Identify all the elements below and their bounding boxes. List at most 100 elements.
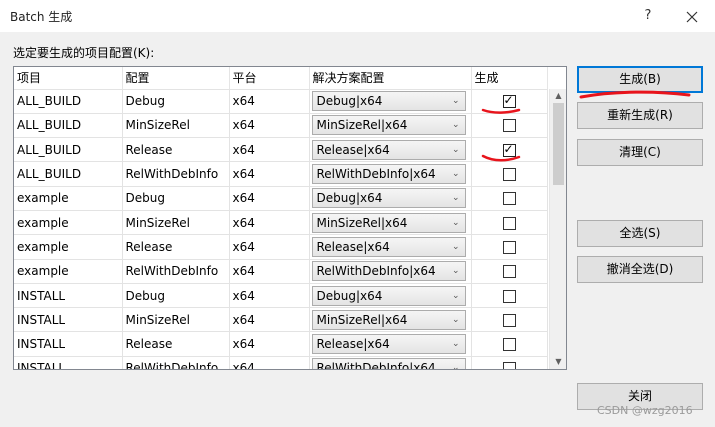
cell-project: example — [14, 259, 123, 284]
cell-build — [471, 113, 548, 139]
solution-config-dropdown[interactable]: Release|x64 ⌄ — [311, 334, 466, 355]
dropdown-value: Debug|x64 — [316, 191, 383, 206]
cell-solution-config: Debug|x64 ⌄ — [309, 283, 472, 309]
table-row[interactable]: example Debug x64 Debug|x64 ⌄ — [14, 186, 548, 211]
cell-config: Debug — [122, 186, 230, 211]
solution-config-dropdown[interactable]: Release|x64 ⌄ — [311, 139, 466, 160]
chevron-down-icon: ⌄ — [451, 120, 460, 131]
table-row[interactable]: ALL_BUILD Debug x64 Debug|x64 ⌄ ✓ — [14, 89, 548, 114]
close-window-button[interactable] — [680, 5, 704, 27]
solution-config-dropdown[interactable]: RelWithDebInfo|x64 ⌄ — [311, 358, 466, 369]
column-header-project[interactable]: 项目 — [14, 67, 123, 90]
scroll-down-arrow-icon[interactable]: ▼ — [550, 355, 566, 369]
table-row[interactable]: INSTALL MinSizeRel x64 MinSizeRel|x64 ⌄ — [14, 307, 548, 333]
title-bar: Batch 生成 ? — [0, 0, 715, 32]
cell-config: RelWithDebInfo — [122, 161, 230, 187]
cell-config: Debug — [122, 89, 230, 114]
build-checkbox[interactable]: ✓ — [502, 142, 516, 157]
chevron-down-icon: ⌄ — [451, 217, 460, 228]
cell-build — [471, 234, 548, 260]
section-label: 选定要生成的项目配置(K): — [13, 46, 155, 60]
scrollbar-thumb[interactable] — [553, 103, 564, 185]
cell-solution-config: Release|x64 ⌄ — [309, 234, 472, 260]
chevron-down-icon: ⌄ — [451, 339, 460, 350]
cell-platform: x64 — [229, 259, 310, 284]
solution-config-dropdown[interactable]: RelWithDebInfo|x64 ⌄ — [311, 261, 466, 282]
deselect-all-button[interactable]: 撤消全选(D) — [577, 256, 703, 283]
select-all-button[interactable]: 全选(S) — [577, 220, 703, 247]
build-checkbox[interactable] — [502, 119, 516, 133]
chevron-down-icon: ⌄ — [451, 290, 460, 301]
cell-build — [471, 356, 548, 369]
build-checkbox[interactable] — [502, 265, 516, 279]
cell-build — [471, 307, 548, 333]
column-header-solution-config[interactable]: 解决方案配置 — [309, 67, 472, 90]
cell-solution-config: MinSizeRel|x64 ⌄ — [309, 307, 472, 333]
dropdown-value: MinSizeRel|x64 — [316, 215, 408, 230]
dropdown-value: RelWithDebInfo|x64 — [316, 167, 436, 182]
cell-build: ✓ — [471, 89, 548, 114]
table-row[interactable]: INSTALL RelWithDebInfo x64 RelWithDebInfo|x… — [14, 356, 548, 369]
checkmark-icon: ✓ — [503, 93, 514, 108]
cell-config: MinSizeRel — [122, 113, 230, 139]
cell-solution-config: RelWithDebInfo|x64 ⌄ — [309, 259, 472, 284]
build-checkbox[interactable] — [502, 338, 516, 352]
watermark: CSDN @wzg2016 — [597, 404, 693, 417]
cell-project: INSTALL — [14, 356, 123, 369]
dropdown-value: MinSizeRel|x64 — [316, 312, 408, 327]
cell-config: Release — [122, 331, 230, 357]
build-checkbox[interactable] — [502, 240, 516, 254]
help-button[interactable]: ? — [636, 6, 660, 26]
build-checkbox[interactable] — [502, 362, 516, 369]
cell-config: MinSizeRel — [122, 307, 230, 333]
cell-platform: x64 — [229, 186, 310, 211]
table-row[interactable]: example Release x64 Release|x64 ⌄ — [14, 234, 548, 260]
clean-button[interactable]: 清理(C) — [577, 139, 703, 166]
build-checkbox[interactable]: ✓ — [502, 93, 516, 109]
build-checkbox[interactable] — [502, 192, 516, 206]
table-row[interactable]: INSTALL Debug x64 Debug|x64 ⌄ — [14, 283, 548, 309]
solution-config-dropdown[interactable]: RelWithDebInfo|x64 ⌄ — [311, 164, 466, 185]
cell-build — [471, 161, 548, 187]
table-row[interactable]: INSTALL Release x64 Release|x64 ⌄ — [14, 331, 548, 357]
solution-config-dropdown[interactable]: MinSizeRel|x64 ⌄ — [311, 115, 466, 136]
cell-solution-config: Release|x64 ⌄ — [309, 331, 472, 357]
cell-platform: x64 — [229, 210, 310, 236]
cell-config: RelWithDebInfo — [122, 356, 230, 369]
solution-config-dropdown[interactable]: Release|x64 ⌄ — [311, 236, 466, 257]
solution-config-dropdown[interactable]: Debug|x64 ⌄ — [311, 188, 466, 209]
column-header-build[interactable]: 生成 — [471, 67, 548, 90]
cell-project: ALL_BUILD — [14, 89, 123, 114]
vertical-scrollbar[interactable]: ▲ ▼ — [549, 89, 566, 369]
build-checkbox[interactable] — [502, 313, 516, 327]
cell-config: RelWithDebInfo — [122, 259, 230, 284]
column-header-config[interactable]: 配置 — [122, 67, 230, 90]
column-header-platform[interactable]: 平台 — [229, 67, 310, 90]
cell-config: MinSizeRel — [122, 210, 230, 236]
table-row[interactable]: example RelWithDebInfo x64 RelWithDebInfo|x… — [14, 259, 548, 284]
solution-config-dropdown[interactable]: Debug|x64 ⌄ — [311, 285, 466, 306]
table-row[interactable]: ALL_BUILD RelWithDebInfo x64 RelWithDebInfo… — [14, 161, 548, 187]
cell-project: ALL_BUILD — [14, 161, 123, 187]
scroll-up-arrow-icon[interactable]: ▲ — [550, 89, 566, 103]
build-checkbox[interactable] — [502, 168, 516, 182]
cell-config: Release — [122, 137, 230, 163]
table-row[interactable]: ALL_BUILD Release x64 Release|x64 ⌄ ✓ — [14, 137, 548, 163]
cell-solution-config: Release|x64 ⌄ — [309, 137, 472, 163]
solution-config-dropdown[interactable]: Debug|x64 ⌄ — [311, 91, 466, 112]
table-row[interactable]: ALL_BUILD MinSizeRel x64 MinSizeRel|x64 ⌄ — [14, 113, 548, 139]
cell-build — [471, 283, 548, 309]
build-checkbox[interactable] — [502, 216, 516, 230]
build-checkbox[interactable] — [502, 289, 516, 303]
cell-project: ALL_BUILD — [14, 113, 123, 139]
close-icon — [686, 11, 698, 22]
cell-platform: x64 — [229, 161, 310, 187]
build-button[interactable]: 生成(B) — [577, 66, 703, 93]
table-row[interactable]: example MinSizeRel x64 MinSizeRel|x64 ⌄ — [14, 210, 548, 236]
rebuild-button[interactable]: 重新生成(R) — [577, 102, 703, 129]
project-config-grid[interactable]: 项目 配置 平台 解决方案配置 生成 ALL_BUILD Debug x64 Debu… — [13, 66, 567, 370]
cell-project: INSTALL — [14, 331, 123, 357]
solution-config-dropdown[interactable]: MinSizeRel|x64 ⌄ — [311, 212, 466, 233]
solution-config-dropdown[interactable]: MinSizeRel|x64 ⌄ — [311, 309, 466, 330]
cell-solution-config: MinSizeRel|x64 ⌄ — [309, 210, 472, 236]
